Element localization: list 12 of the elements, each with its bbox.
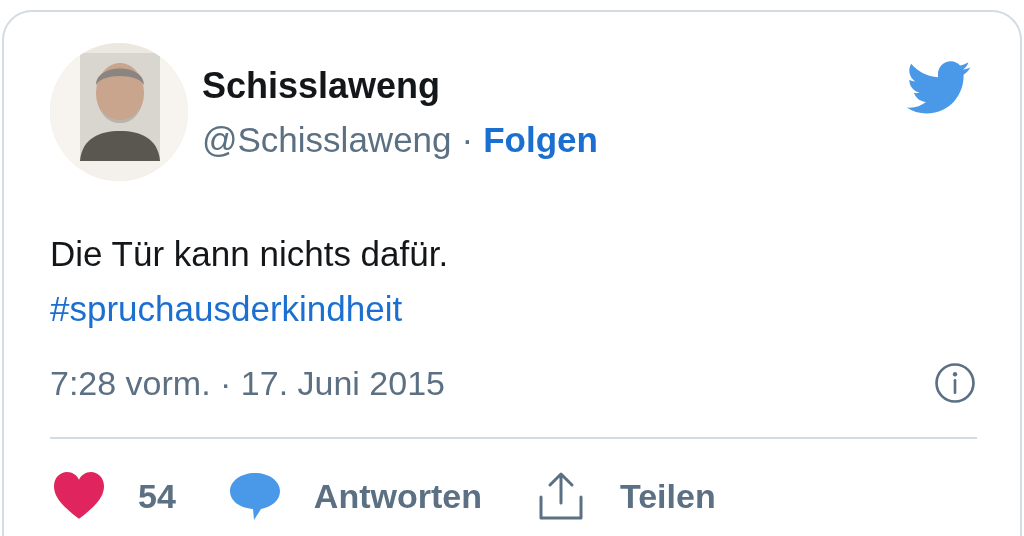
separator: · (461, 119, 474, 161)
like-action[interactable]: 54 (50, 471, 176, 521)
author-handle: @Schisslaweng (202, 119, 452, 161)
bird-icon[interactable] (906, 61, 972, 115)
tweet-text: Die Tür kann nichts dafür. (50, 233, 450, 275)
hashtag-link[interactable]: #spruchausderkindheit (50, 281, 403, 336)
info-icon[interactable] (933, 361, 977, 405)
share-action[interactable]: Teilen (531, 471, 716, 521)
author-name: Schisslaweng (202, 65, 442, 107)
follow-link[interactable]: Folgen (483, 119, 598, 161)
reply-action[interactable]: Antworten (225, 471, 482, 521)
timestamp[interactable]: 7:28 vorm. · 17. Juni 2015 (50, 363, 445, 403)
